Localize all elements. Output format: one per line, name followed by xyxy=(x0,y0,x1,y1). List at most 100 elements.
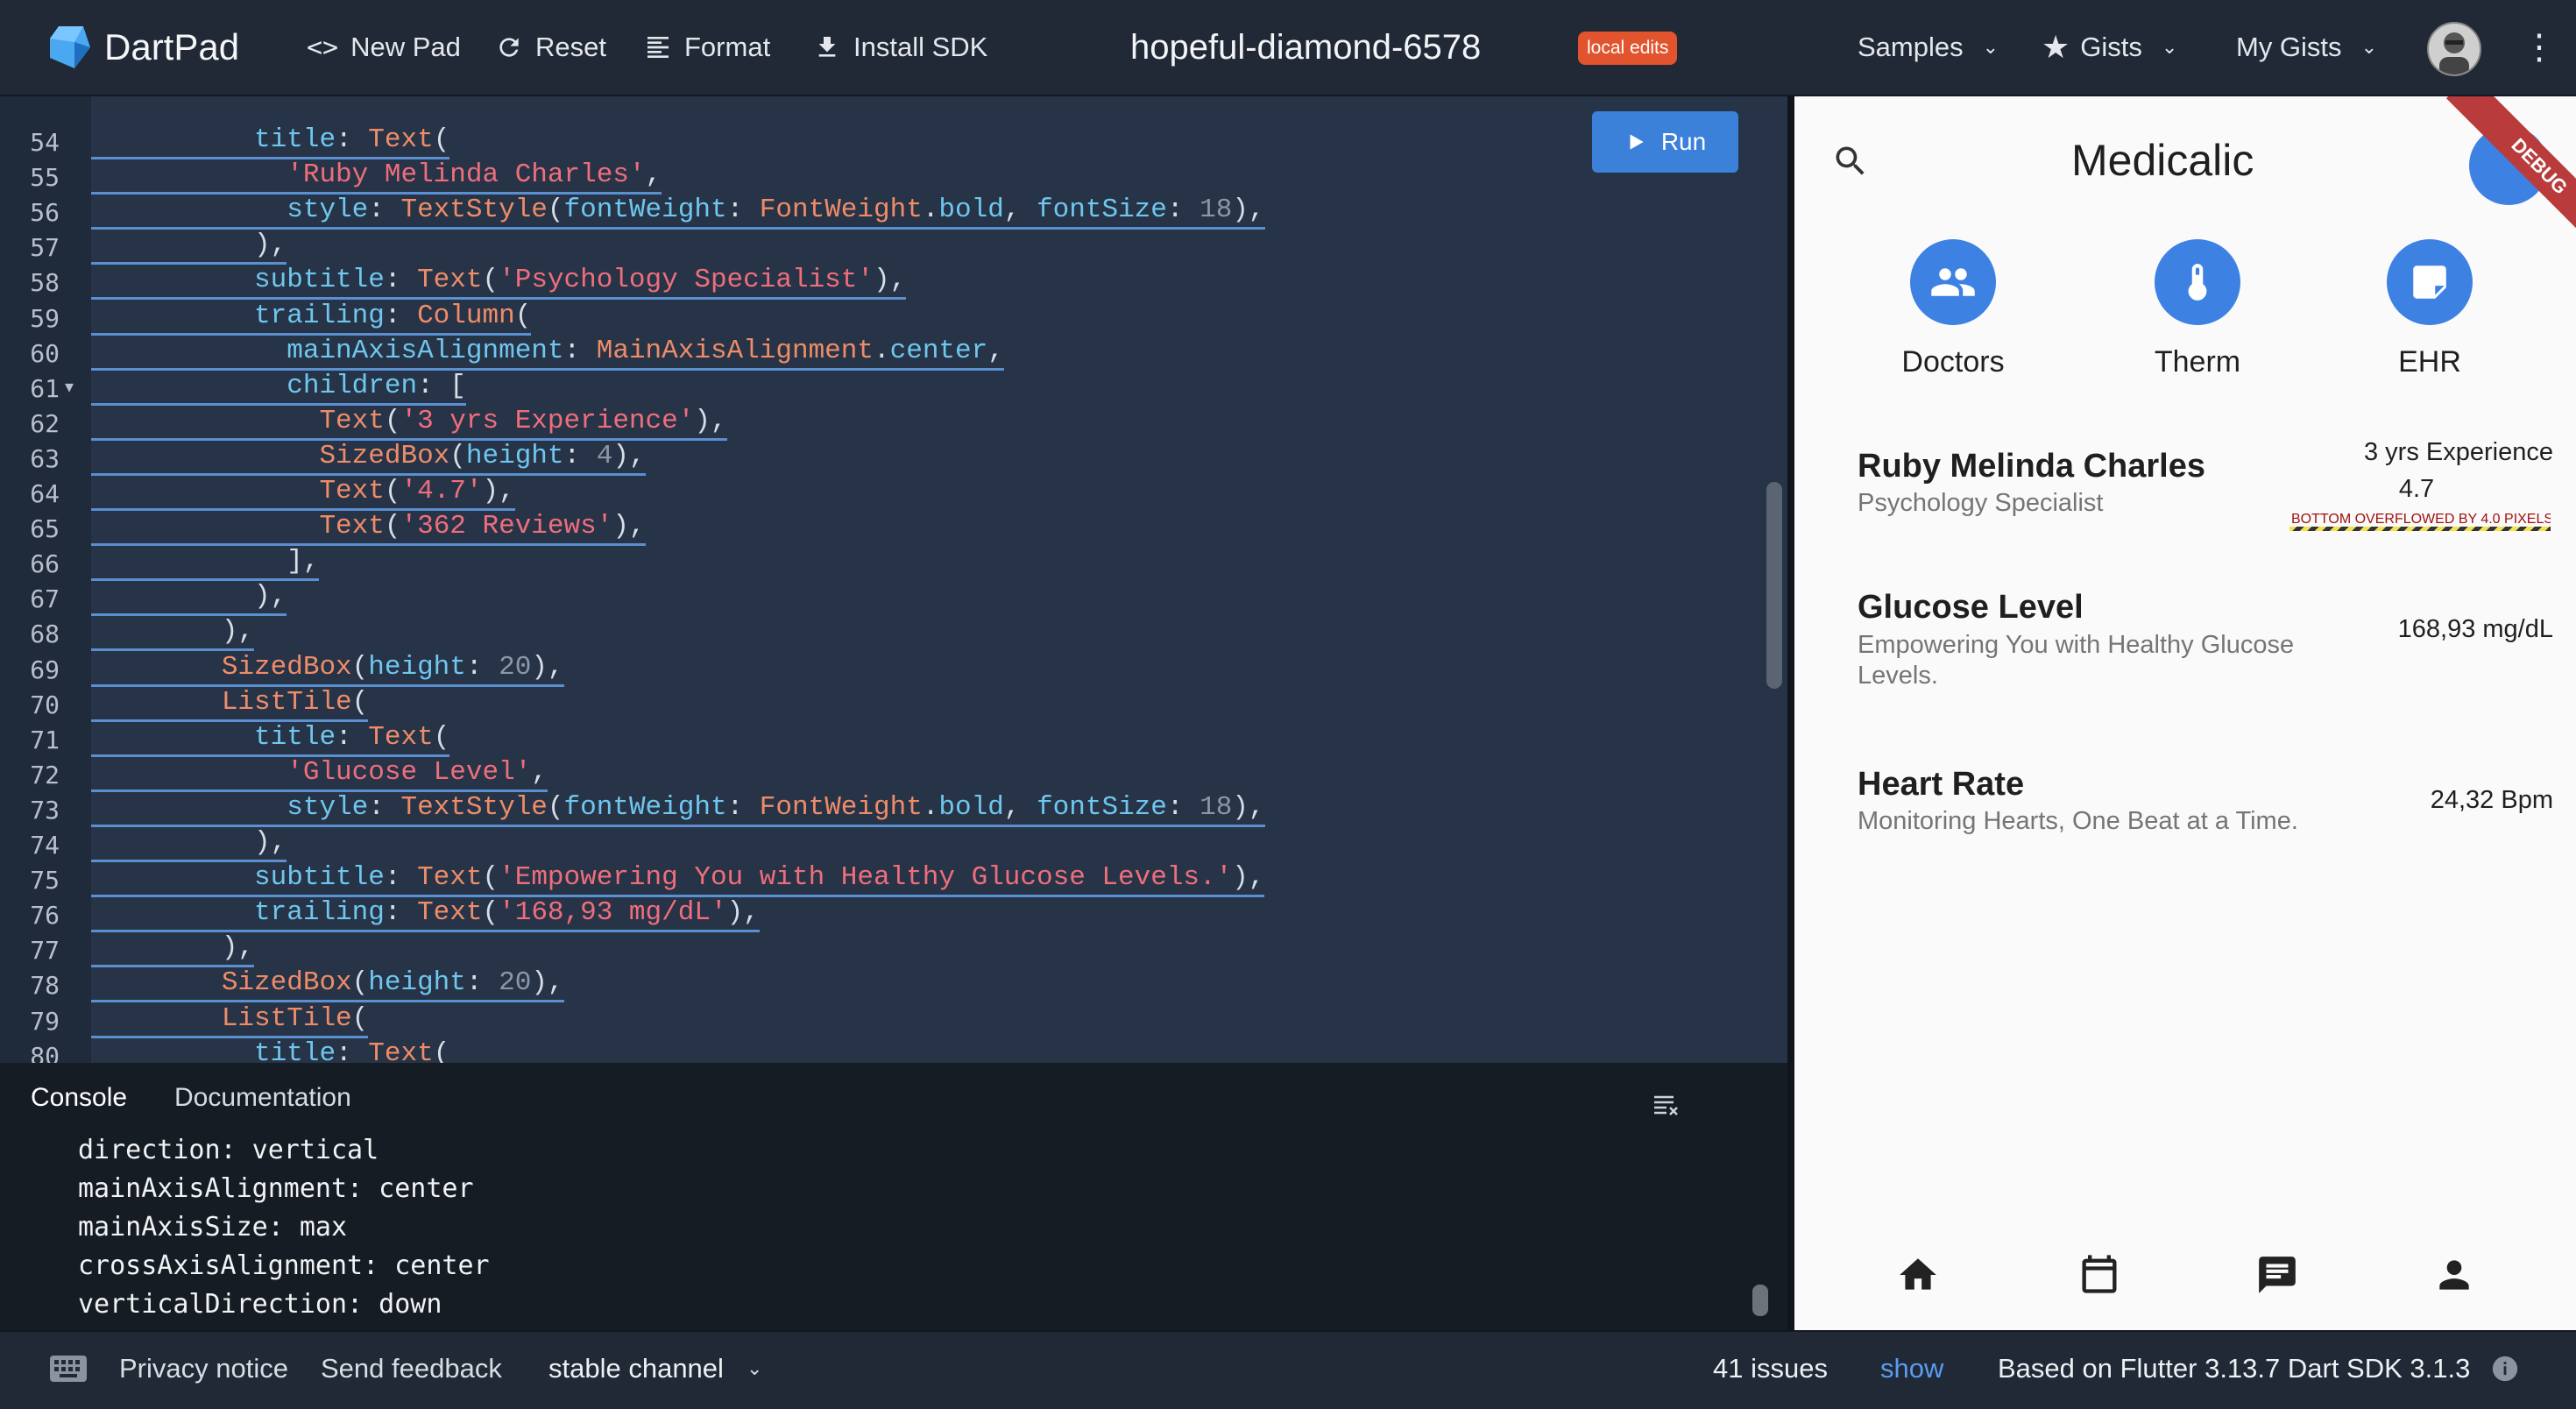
format-align-icon xyxy=(648,37,669,58)
install-sdk-label: Install SDK xyxy=(853,32,988,62)
console-line: mainAxisAlignment: center xyxy=(78,1173,474,1204)
line-number: 56 xyxy=(30,198,60,228)
code-line: 'Glucose Level', xyxy=(91,757,548,792)
tab-documentation[interactable]: Documentation xyxy=(174,1083,351,1113)
reset-button[interactable]: Reset xyxy=(495,0,606,95)
tile-title: Ruby Melinda Charles xyxy=(1858,448,2205,485)
code-line: SizedBox(height: 20), xyxy=(91,652,564,687)
chat-icon[interactable] xyxy=(2255,1253,2299,1301)
line-number: 76 xyxy=(30,901,60,931)
line-number: 61 xyxy=(30,373,60,403)
line-number: 80 xyxy=(30,1041,60,1063)
home-icon[interactable] xyxy=(1896,1253,1940,1301)
local-edits-badge: local edits xyxy=(1578,32,1678,65)
line-number: 70 xyxy=(30,690,60,719)
tile-trailing: 3 yrs Experience xyxy=(2364,438,2553,466)
code-line: SizedBox(height: 4), xyxy=(91,441,646,476)
pad-title[interactable]: hopeful-diamond-6578 xyxy=(1130,0,1481,95)
line-number: 54 xyxy=(30,128,60,157)
code-line: ), xyxy=(91,230,287,266)
code-line: Text('362 Reviews'), xyxy=(91,511,646,547)
note-icon[interactable] xyxy=(2387,239,2473,325)
info-icon[interactable] xyxy=(2490,1330,2520,1407)
line-number: 71 xyxy=(30,725,60,754)
line-number: 67 xyxy=(30,584,60,614)
line-number: 65 xyxy=(30,514,60,544)
dart-logo-icon xyxy=(50,26,90,68)
app-title: Medicalic xyxy=(2071,136,2254,185)
person-icon[interactable] xyxy=(2432,1253,2476,1301)
channel-label: stable channel xyxy=(548,1353,724,1384)
gists-label: Gists xyxy=(2080,32,2142,62)
code-line: mainAxisAlignment: MainAxisAlignment.cen… xyxy=(91,336,1004,371)
line-number: 72 xyxy=(30,760,60,789)
code-line: ), xyxy=(91,581,287,617)
code-line: ], xyxy=(91,546,320,582)
code-line: subtitle: Text('Psychology Specialist'), xyxy=(91,265,907,301)
thermometer-icon[interactable] xyxy=(2155,239,2240,325)
gists-menu[interactable]: ★ Gists ⌄ xyxy=(2042,0,2177,95)
line-number: 55 xyxy=(30,163,60,193)
dartpad-logo[interactable]: DartPad xyxy=(48,0,239,95)
code-line: ListTile( xyxy=(91,687,369,722)
privacy-notice-link[interactable]: Privacy notice xyxy=(119,1330,288,1407)
code-line: title: Text( xyxy=(91,1038,449,1063)
line-number: 63 xyxy=(30,443,60,473)
format-button[interactable]: Format xyxy=(644,0,770,95)
line-gutter: 54 55 56 57 58 59 60 61 ▾ 62 63 64 65 66 67 68 69 70 71 72 7… xyxy=(0,96,91,1063)
tab-console[interactable]: Console xyxy=(31,1083,127,1113)
console-scrollbar[interactable] xyxy=(1752,1285,1768,1316)
install-sdk-button[interactable]: Install SDK xyxy=(813,0,987,95)
line-number: 60 xyxy=(30,338,60,368)
line-number: 77 xyxy=(30,936,60,966)
code-line: style: TextStyle(fontWeight: FontWeight.… xyxy=(91,195,1265,230)
console-line: mainAxisSize: max xyxy=(78,1212,348,1243)
console-line: crossAxisAlignment: center xyxy=(78,1250,490,1281)
format-label: Format xyxy=(684,32,771,62)
clear-console-icon[interactable] xyxy=(1652,1094,1679,1121)
download-icon xyxy=(818,37,836,57)
my-gists-label: My Gists xyxy=(2236,32,2342,62)
category-label: EHR xyxy=(2398,345,2461,379)
console-splitter[interactable] xyxy=(0,1063,1787,1073)
overflow-text: BOTTOM OVERFLOWED BY 4.0 PIXELS xyxy=(2289,512,2551,527)
my-gists-menu[interactable]: My Gists ⌄ xyxy=(2236,0,2377,95)
code-line: ), xyxy=(91,932,255,968)
code-line: ), xyxy=(91,616,255,652)
tile-title: Heart Rate xyxy=(1858,766,2025,803)
category-label: Therm xyxy=(2154,345,2241,379)
keyboard-icon[interactable] xyxy=(49,1330,88,1407)
samples-menu[interactable]: Samples ⌄ xyxy=(1858,0,1999,95)
line-number: 75 xyxy=(30,866,60,896)
code-line: Text('4.7'), xyxy=(91,476,515,511)
app-preview[interactable]: Medicalic DEBUG Doctors Therm EHR Ruby M… xyxy=(1794,96,2576,1330)
code-line: children: [ xyxy=(91,371,466,406)
code-line: Text('3 yrs Experience'), xyxy=(91,406,727,441)
code-line: title: Text( xyxy=(91,722,450,757)
line-number: 79 xyxy=(30,1006,60,1036)
show-issues-link[interactable]: show xyxy=(1880,1330,1943,1407)
user-avatar[interactable] xyxy=(2427,22,2481,76)
tile-subtitle: Psychology Specialist xyxy=(1858,489,2104,517)
issues-count: 41 issues xyxy=(1713,1353,1828,1384)
code-editor[interactable]: 54 55 56 57 58 59 60 61 ▾ 62 63 64 65 66 67 68 69 70 71 72 7… xyxy=(0,96,1787,1063)
code-line: style: TextStyle(fontWeight: FontWeight.… xyxy=(91,792,1265,827)
doctors-icon[interactable] xyxy=(1910,239,1996,325)
run-button[interactable]: Run xyxy=(1592,111,1738,173)
editor-scrollbar[interactable] xyxy=(1766,482,1782,689)
panel-divider[interactable] xyxy=(1787,96,1794,1330)
channel-select[interactable]: stable channel ⌄ xyxy=(548,1330,762,1407)
send-feedback-link[interactable]: Send feedback xyxy=(321,1330,502,1407)
tile-trailing: 24,32 Bpm xyxy=(2430,786,2553,814)
app-name: DartPad xyxy=(104,26,240,67)
search-icon[interactable] xyxy=(1831,142,1870,185)
fold-arrow-icon[interactable]: ▾ xyxy=(65,376,74,398)
run-label: Run xyxy=(1660,128,1707,155)
new-pad-button[interactable]: <> New Pad xyxy=(307,0,461,95)
line-number: 58 xyxy=(30,268,60,298)
calendar-icon[interactable] xyxy=(2077,1251,2122,1301)
tile-title: Glucose Level xyxy=(1858,589,2084,626)
console-line: verticalDirection: down xyxy=(78,1289,442,1320)
line-number: 64 xyxy=(30,479,60,508)
more-vert-icon[interactable]: ⋮ xyxy=(2522,0,2557,95)
